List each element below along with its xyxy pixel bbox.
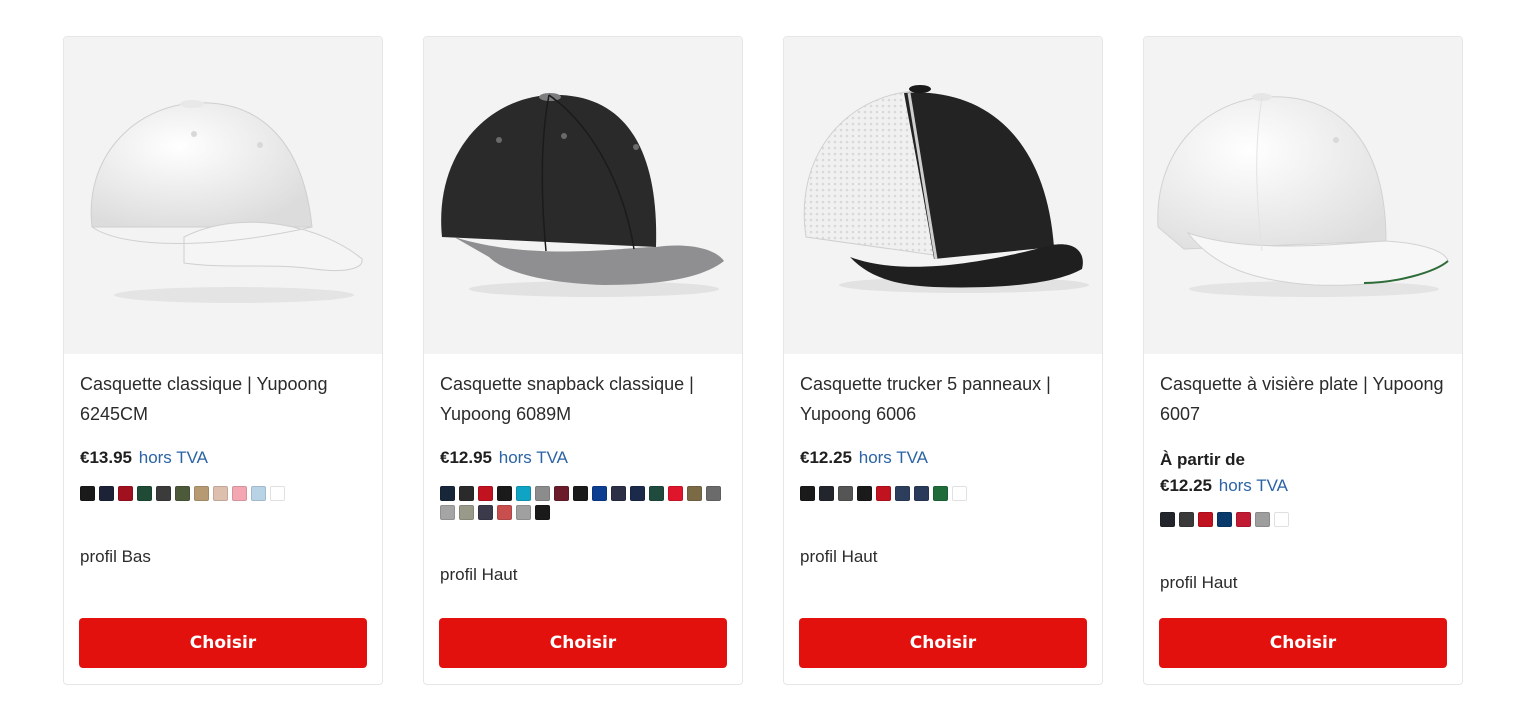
color-swatch[interactable] [251,486,266,501]
color-swatch[interactable] [270,486,285,501]
product-title[interactable]: Casquette à visière plate | Yupoong 6007 [1160,369,1450,429]
tax-label: hors TVA [1218,476,1289,495]
color-swatch[interactable] [876,486,891,501]
color-swatch[interactable] [1236,512,1251,527]
color-swatch[interactable] [630,486,645,501]
color-swatch[interactable] [668,486,683,501]
price-line: €13.95 hors TVA [80,447,208,469]
color-swatch[interactable] [440,486,455,501]
tax-label: hors TVA [858,448,929,467]
color-swatches [800,486,1090,501]
color-swatch[interactable] [440,505,455,520]
profile-label: profil Haut [1160,573,1238,592]
color-swatch[interactable] [649,486,664,501]
color-swatch[interactable] [687,486,702,501]
color-swatch[interactable] [516,505,531,520]
color-swatch[interactable] [857,486,872,501]
color-swatch[interactable] [156,486,171,501]
product-image[interactable] [784,37,1102,354]
product-image[interactable] [1144,37,1462,354]
choose-button[interactable]: Choisir [79,618,367,668]
black-white-trucker-icon [803,85,1089,293]
color-swatch[interactable] [573,486,588,501]
product-card[interactable]: Casquette classique | Yupoong 6245CM €13… [63,36,383,685]
color-swatch[interactable] [459,505,474,520]
color-swatches [440,486,730,520]
color-swatch[interactable] [213,486,228,501]
tax-label: hors TVA [498,448,569,467]
color-swatch[interactable] [1179,512,1194,527]
tax-label: hors TVA [138,448,209,467]
product-price: €12.25 [1160,476,1212,495]
color-swatch[interactable] [232,486,247,501]
color-swatch[interactable] [1274,512,1289,527]
price-line: €12.95 hors TVA [440,447,568,469]
product-title[interactable]: Casquette classique | Yupoong 6245CM [80,369,370,429]
color-swatch[interactable] [478,486,493,501]
color-swatch[interactable] [952,486,967,501]
color-swatch[interactable] [914,486,929,501]
profile-label: profil Bas [80,547,151,566]
color-swatch[interactable] [175,486,190,501]
color-swatch[interactable] [933,486,948,501]
color-swatch[interactable] [800,486,815,501]
product-price: €12.25 [800,448,852,467]
product-image[interactable] [64,37,382,354]
choose-button[interactable]: Choisir [1159,618,1447,668]
color-swatch[interactable] [1198,512,1213,527]
from-label: À partir de [1160,450,1246,469]
color-swatch[interactable] [838,486,853,501]
color-swatch[interactable] [535,505,550,520]
color-swatches [80,486,370,501]
product-image[interactable] [424,37,742,354]
color-swatch[interactable] [706,486,721,501]
color-swatch[interactable] [611,486,626,501]
product-card[interactable]: Casquette trucker 5 panneaux | Yupoong 6… [783,36,1103,685]
color-swatch[interactable] [80,486,95,501]
profile-label: profil Haut [800,547,878,566]
color-swatches [1160,512,1450,527]
price-line: À partir de €12.25 hors TVA [1160,447,1288,499]
color-swatch[interactable] [99,486,114,501]
product-card[interactable]: Casquette à visière plate | Yupoong 6007… [1143,36,1463,685]
price-line: €12.25 hors TVA [800,447,928,469]
black-grey-snapback-icon [441,93,724,297]
color-swatch[interactable] [497,505,512,520]
color-swatch[interactable] [592,486,607,501]
color-swatch[interactable] [497,486,512,501]
color-swatch[interactable] [137,486,152,501]
color-swatch[interactable] [1160,512,1175,527]
color-swatch[interactable] [478,505,493,520]
product-price: €12.95 [440,448,492,467]
color-swatch[interactable] [1255,512,1270,527]
product-card[interactable]: Casquette snapback classique | Yupoong 6… [423,36,743,685]
choose-button[interactable]: Choisir [799,618,1087,668]
color-swatch[interactable] [895,486,910,501]
color-swatch[interactable] [194,486,209,501]
white-dad-cap-icon [90,100,363,303]
color-swatch[interactable] [535,486,550,501]
profile-label: profil Haut [440,565,518,584]
color-swatch[interactable] [819,486,834,501]
product-title[interactable]: Casquette snapback classique | Yupoong 6… [440,369,730,429]
white-flat-visor-cap-icon [1157,93,1449,297]
color-swatch[interactable] [554,486,569,501]
product-price: €13.95 [80,448,132,467]
color-swatch[interactable] [118,486,133,501]
product-title[interactable]: Casquette trucker 5 panneaux | Yupoong 6… [800,369,1090,429]
choose-button[interactable]: Choisir [439,618,727,668]
color-swatch[interactable] [459,486,474,501]
color-swatch[interactable] [1217,512,1232,527]
product-grid: Casquette classique | Yupoong 6245CM €13… [63,36,1463,685]
color-swatch[interactable] [516,486,531,501]
